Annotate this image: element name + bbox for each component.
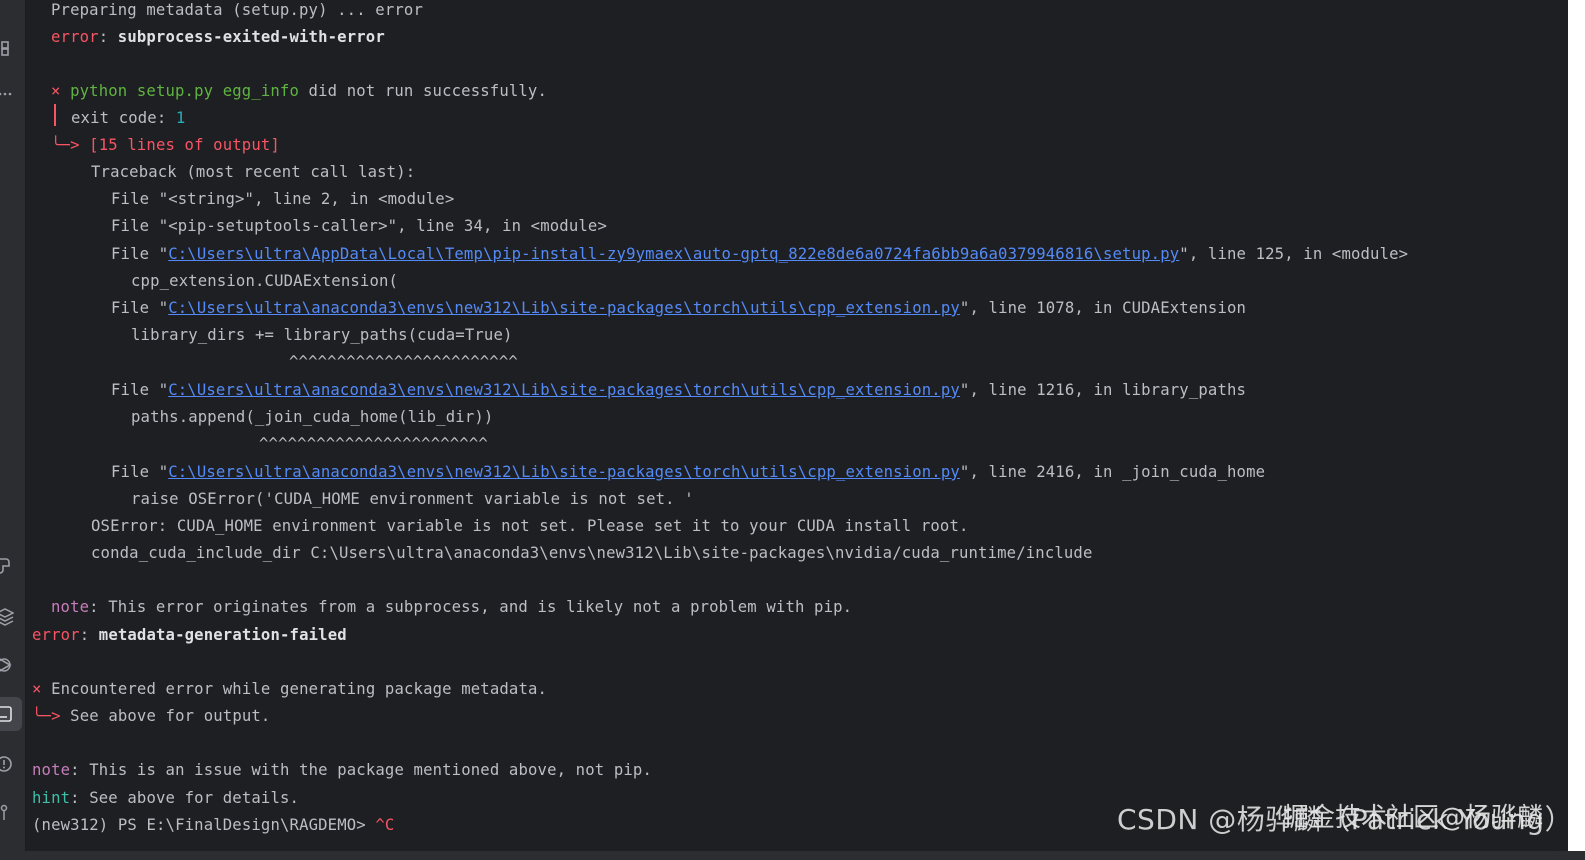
text: Encountered error while generating packa… xyxy=(41,680,548,698)
error-label: error xyxy=(32,626,80,644)
line-error-metadata: error: metadata-generation-failed xyxy=(32,626,347,644)
line-see-above: ╰─> See above for output. xyxy=(32,706,270,733)
shell-prompt: (new312) PS E:\FinalDesign\RAGDEMO> xyxy=(32,816,376,834)
cross-icon: × xyxy=(51,82,61,100)
exit-code-value: 1 xyxy=(175,109,186,127)
terminal-icon[interactable] xyxy=(0,704,14,724)
line-raise-oserror: raise OSError('CUDA_HOME environment var… xyxy=(131,489,694,516)
text: ", line 125, in <module> xyxy=(1179,245,1409,263)
line-caret-1: ^^^^^^^^^^^^^^^^^^^^^^^^ xyxy=(289,352,518,379)
text: : This is an issue with the package ment… xyxy=(70,761,652,779)
text: ", line 1078, in CUDAExtension xyxy=(959,299,1247,317)
line-oserror: OSError: CUDA_HOME environment variable … xyxy=(91,516,969,543)
line-note-subprocess: note: This error originates from a subpr… xyxy=(51,597,852,624)
line-prompt[interactable]: (new312) PS E:\FinalDesign\RAGDEMO> ^C xyxy=(32,815,394,842)
text: Preparing metadata (setup.py) ... error xyxy=(51,1,423,19)
note-label: note xyxy=(51,598,90,616)
hint-label: hint xyxy=(32,789,71,807)
text: did not run successfully. xyxy=(299,82,548,100)
more-icon[interactable] xyxy=(0,84,14,104)
line-caret-2: ^^^^^^^^^^^^^^^^^^^^^^^^ xyxy=(259,434,488,461)
text: ", line 1216, in library_paths xyxy=(959,381,1247,399)
watermark-text: 掘金技术社区@杨骅麟 xyxy=(1283,803,1544,833)
tree-arrow-icon: ╰─> xyxy=(51,136,80,154)
line-paths-append: paths.append(_join_cuda_home(lib_dir)) xyxy=(131,407,493,434)
services-icon[interactable] xyxy=(0,655,14,675)
interrupt-text: ^C xyxy=(375,816,395,834)
file-link-cpp-extension[interactable]: C:\Users\ultra\anaconda3\envs\new312\Lib… xyxy=(168,381,960,399)
juejin-watermark: 掘金技术社区@杨骅麟 xyxy=(1283,797,1543,834)
line-file-pip-caller: File "<pip-setuptools-caller>", line 34,… xyxy=(111,216,607,243)
text: raise OSError('CUDA_HOME environment var… xyxy=(131,490,694,508)
text: conda_cuda_include_dir C:\Users\ultra\an… xyxy=(91,544,1093,562)
text: File " xyxy=(111,381,169,399)
structure-icon[interactable] xyxy=(0,38,14,58)
layers-icon[interactable] xyxy=(0,606,14,626)
command-text: python setup.py egg_info xyxy=(70,82,300,100)
note-label: note xyxy=(32,761,71,779)
line-file-cpp-extension-1078: File "C:\Users\ultra\anaconda3\envs\new3… xyxy=(111,298,1246,325)
text: library_dirs += library_paths(cuda=True) xyxy=(131,326,513,344)
file-link-setup-py[interactable]: C:\Users\ultra\AppData\Local\Temp\pip-in… xyxy=(168,245,1179,263)
text: File " xyxy=(111,245,169,263)
error-text: metadata-generation-failed xyxy=(98,626,347,644)
line-traceback: Traceback (most recent call last): xyxy=(91,162,415,189)
line-cuda-extension-call: cpp_extension.CUDAExtension( xyxy=(131,271,398,298)
text: File "<pip-setuptools-caller>", line 34,… xyxy=(111,217,607,235)
line-hint: hint: See above for details. xyxy=(32,788,299,815)
text: See above for output. xyxy=(60,707,271,725)
line-did-not-run: × python setup.py egg_info did not run s… xyxy=(51,81,547,108)
text: Traceback (most recent call last): xyxy=(91,163,416,181)
caret-marker: ^^^^^^^^^^^^^^^^^^^^^^^^ xyxy=(289,353,518,371)
line-note-package: note: This is an issue with the package … xyxy=(32,760,652,787)
text: : See above for details. xyxy=(70,789,300,807)
line-error-subprocess: error: subprocess-exited-with-error xyxy=(51,28,385,46)
line-file-cpp-extension-2416: File "C:\Users\ultra\anaconda3\envs\new3… xyxy=(111,462,1265,489)
text: OSError: CUDA_HOME environment variable … xyxy=(91,517,969,535)
line-file-string: File "<string>", line 2, in <module> xyxy=(111,189,454,216)
file-link-cpp-extension[interactable]: C:\Users\ultra\anaconda3\envs\new312\Lib… xyxy=(168,299,960,317)
line-preparing-metadata: Preparing metadata (setup.py) ... error xyxy=(51,0,423,27)
file-link-cpp-extension[interactable]: C:\Users\ultra\anaconda3\envs\new312\Lib… xyxy=(168,463,960,481)
text: File " xyxy=(111,463,169,481)
line-exit-code: exit code: 1 xyxy=(71,108,185,135)
cross-icon: × xyxy=(32,680,42,698)
text: File " xyxy=(111,299,169,317)
text: : This error originates from a subproces… xyxy=(89,598,853,616)
python-packages-icon[interactable] xyxy=(0,556,14,576)
line-output-count: ╰─> [15 lines of output] xyxy=(51,135,280,162)
git-icon[interactable] xyxy=(0,802,14,822)
line-file-cpp-extension-1216: File "C:\Users\ultra\anaconda3\envs\new3… xyxy=(111,380,1246,407)
line-file-setup: File "C:\Users\ultra\AppData\Local\Temp\… xyxy=(111,244,1408,271)
text: ", line 2416, in _join_cuda_home xyxy=(959,463,1266,481)
exit-code-label: exit code: xyxy=(71,109,176,127)
status-bar xyxy=(0,851,1585,860)
line-conda-cuda-include: conda_cuda_include_dir C:\Users\ultra\an… xyxy=(91,543,1093,570)
text: paths.append(_join_cuda_home(lib_dir)) xyxy=(131,408,494,426)
problems-icon[interactable] xyxy=(0,754,14,774)
error-text: subprocess-exited-with-error xyxy=(117,28,385,46)
text: cpp_extension.CUDAExtension( xyxy=(131,272,399,290)
page-background xyxy=(1568,0,1585,860)
tree-arrow-icon: ╰─> xyxy=(32,707,61,725)
ide-window: Preparing metadata (setup.py) ... error … xyxy=(0,0,1568,851)
line-encountered-error: × Encountered error while generating pac… xyxy=(32,679,547,706)
output-count: [15 lines of output] xyxy=(89,136,280,154)
tool-window-sidebar xyxy=(0,0,26,851)
caret-marker: ^^^^^^^^^^^^^^^^^^^^^^^^ xyxy=(259,435,488,453)
line-library-dirs: library_dirs += library_paths(cuda=True) xyxy=(131,325,513,352)
error-label: error xyxy=(51,28,99,46)
text: File "<string>", line 2, in <module> xyxy=(111,190,455,208)
tree-connector xyxy=(54,104,56,126)
